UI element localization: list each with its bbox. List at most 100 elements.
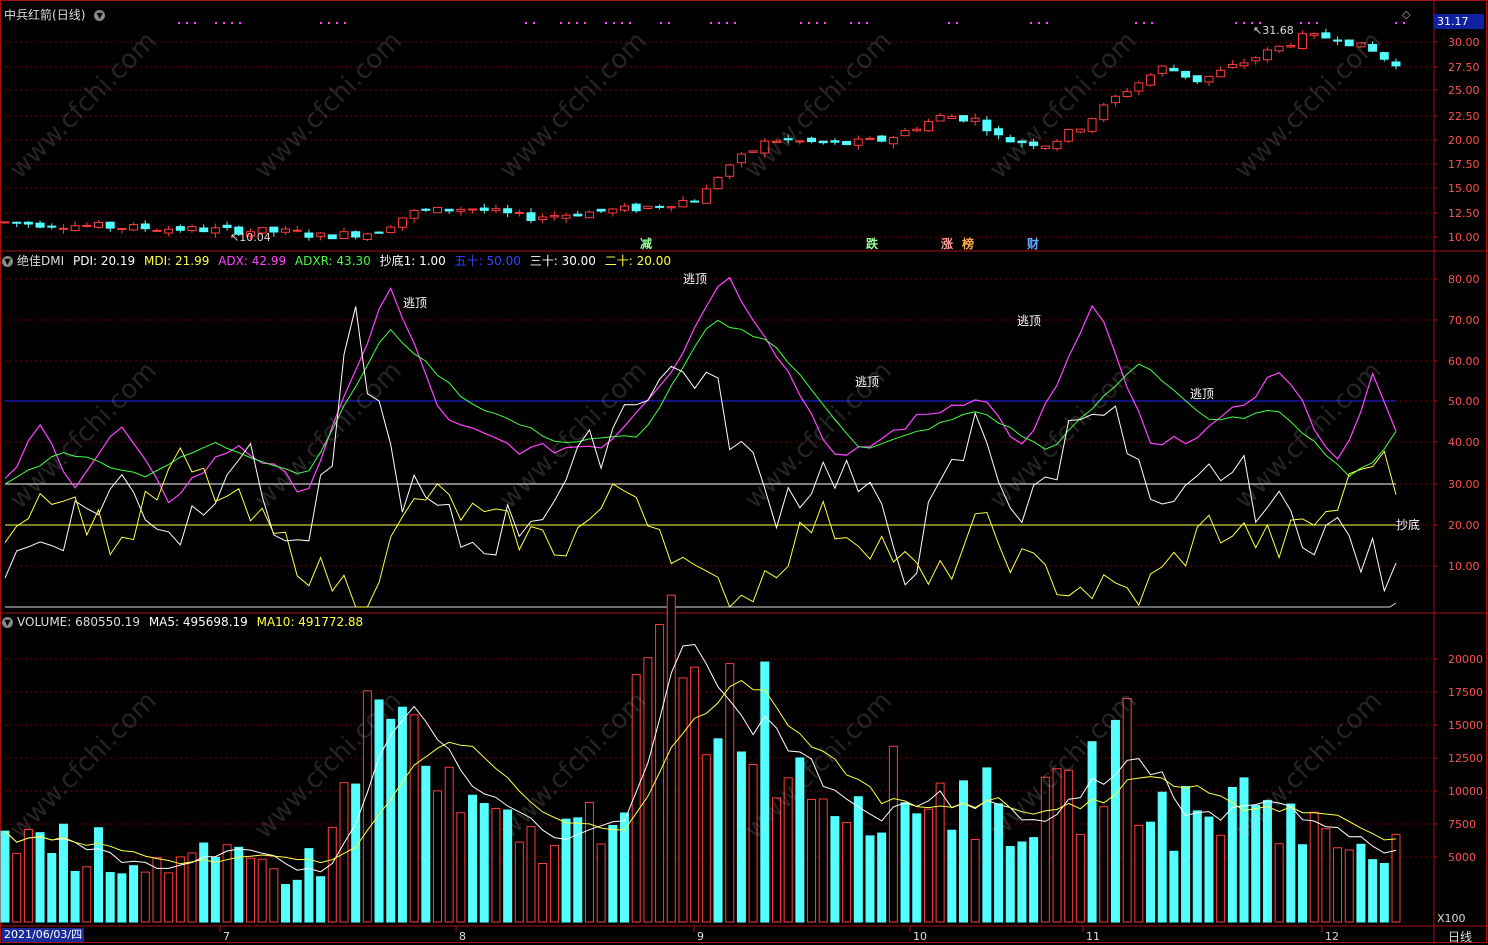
candle-body: [222, 224, 232, 228]
stock-chart-canvas[interactable]: 30.00 27.50 25.00 22.50 20.00 17.50 15.00 12.50…: [0, 0, 1488, 944]
collapse-icon[interactable]: ▼: [2, 256, 13, 267]
volume-label[interactable]: VOLUME: 680550.19: [17, 615, 140, 629]
candle-body: [573, 213, 583, 217]
collapse-icon[interactable]: ▼: [94, 10, 106, 21]
volume-bar: [129, 865, 139, 923]
candle-body: [1075, 128, 1085, 133]
volume-bar: [549, 845, 559, 923]
month-label: 7: [223, 930, 230, 943]
watermark-text: www.cfchi.com: [984, 26, 1143, 185]
volume-bar: [970, 839, 980, 923]
candle-body: [853, 138, 863, 146]
volume-bar: [1099, 806, 1109, 923]
pdi-line: [4, 306, 1397, 593]
signal-dot: [800, 22, 802, 24]
volume-bar: [584, 802, 594, 923]
candle-body: [1333, 39, 1343, 42]
dmi-name[interactable]: 绝佳DMI: [17, 254, 64, 268]
volume-bar: [900, 802, 910, 923]
watermark-text: www.cfchi.com: [1229, 356, 1388, 515]
top-signal-label: 逃顶: [403, 296, 427, 310]
volume-bar: [760, 661, 770, 923]
volume-axis-label: 17500: [1448, 686, 1483, 699]
candle-body: [1204, 75, 1214, 83]
top-signal-label: 逃顶: [683, 272, 707, 286]
volume-bar: [70, 870, 80, 923]
candle-body: [0, 221, 10, 224]
volume-unit: X100: [1437, 912, 1466, 925]
watermark-text: www.cfchi.com: [494, 26, 653, 185]
volume-bar: [1087, 741, 1097, 923]
candle-body: [468, 208, 478, 211]
signal-dot: [1143, 22, 1145, 24]
diamond-icon[interactable]: ◇: [1402, 8, 1410, 21]
volume-bar: [456, 812, 466, 923]
watermark-text: www.cfchi.com: [984, 356, 1143, 515]
volume-bar: [690, 666, 700, 923]
collapse-icon[interactable]: ▼: [2, 617, 13, 628]
signal-dot: [956, 22, 958, 24]
volume-bar: [1286, 803, 1296, 923]
volume-bar: [0, 830, 10, 923]
candle-body: [1181, 70, 1191, 78]
signal-dot: [1135, 22, 1137, 24]
top-signal-label: 逃顶: [1190, 387, 1214, 401]
candle-body: [210, 227, 220, 234]
signal-dot: [668, 22, 670, 24]
candle-body: [82, 224, 92, 227]
candle-body: [339, 231, 349, 239]
candle-body: [117, 227, 127, 230]
volume-bar: [959, 780, 969, 923]
stock-name[interactable]: 中兵红箭: [4, 8, 52, 22]
candle-body: [503, 208, 513, 214]
volume-bar: [257, 858, 267, 923]
signal-dot: [1403, 22, 1405, 24]
candle-body: [970, 117, 980, 122]
candle-body: [386, 226, 396, 233]
month-label: 9: [697, 930, 704, 943]
volume-bar: [678, 677, 688, 923]
candle-body: [888, 137, 898, 145]
signal-dot: [1300, 22, 1302, 24]
volume-bar: [105, 872, 115, 923]
candle-body: [421, 208, 431, 211]
month-label: 12: [1325, 930, 1339, 943]
candle-body: [1262, 49, 1272, 61]
candle-body: [327, 234, 337, 240]
volume-bar: [514, 841, 524, 923]
low-price-mark: ↖10.04: [230, 231, 271, 244]
volume-bar: [1216, 834, 1226, 923]
candle-body: [316, 232, 326, 237]
price-axis-label: 30.00: [1448, 36, 1480, 49]
watermark-text: www.cfchi.com: [4, 356, 163, 515]
price-axis-label: 12.50: [1448, 207, 1480, 220]
candle-body: [362, 233, 372, 241]
volume-bar: [912, 813, 922, 923]
volume-bar: [818, 798, 828, 923]
bottom-signal-label: 抄底: [1396, 517, 1420, 532]
candle-body: [58, 227, 68, 230]
candle-body: [152, 229, 162, 232]
candle-body: [725, 164, 735, 177]
signal-dot: [808, 22, 810, 24]
volume-bar: [1017, 841, 1027, 923]
signal-dot: [1151, 22, 1153, 24]
signal-dot: [231, 22, 233, 24]
signal-dot: [948, 22, 950, 24]
candle-body: [1216, 69, 1226, 78]
candle-body: [199, 227, 209, 233]
volume-bar: [865, 835, 875, 923]
candle-body: [35, 222, 45, 228]
candle-body: [1309, 33, 1319, 36]
candle-body: [1227, 64, 1237, 69]
volume-axis-label: 15000: [1448, 719, 1483, 732]
candle-body: [935, 114, 945, 122]
sanshi-label: 三十: 30.00: [529, 254, 596, 268]
candle-body: [1379, 52, 1389, 60]
period-label[interactable]: 日线: [1448, 928, 1472, 945]
candle-body: [304, 232, 314, 238]
volume-bar: [701, 754, 711, 923]
pdi-label: PDI: 20.19: [72, 254, 136, 268]
volume-bar: [327, 826, 337, 923]
dmi-axis-label: 60.00: [1448, 355, 1480, 368]
